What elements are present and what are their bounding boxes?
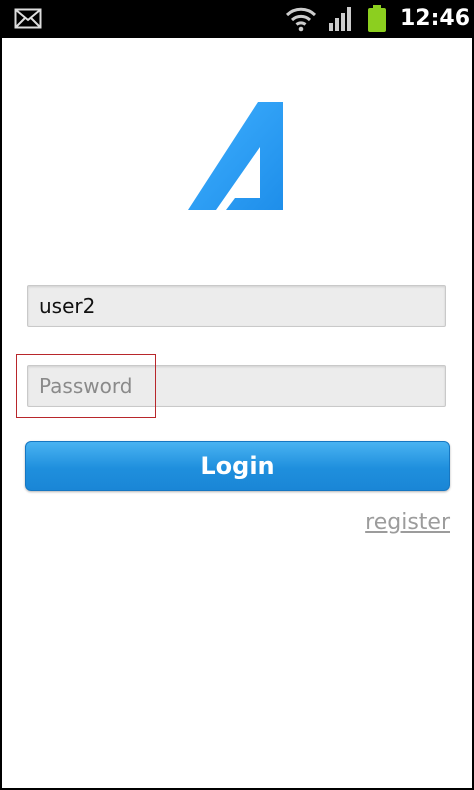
- register-link[interactable]: register: [365, 510, 450, 535]
- username-field[interactable]: user2: [27, 285, 446, 327]
- signal-icon: [328, 6, 354, 36]
- app-logo-icon: [188, 102, 288, 216]
- mail-icon: [14, 8, 42, 34]
- wifi-icon: [285, 6, 317, 36]
- password-highlight-box: [16, 354, 156, 418]
- status-time: 12:46: [400, 6, 471, 31]
- login-button[interactable]: Login: [25, 441, 450, 491]
- status-bar: 12:46: [0, 0, 474, 38]
- battery-icon: [367, 5, 387, 37]
- login-screen: user2 Password Login register: [2, 38, 472, 788]
